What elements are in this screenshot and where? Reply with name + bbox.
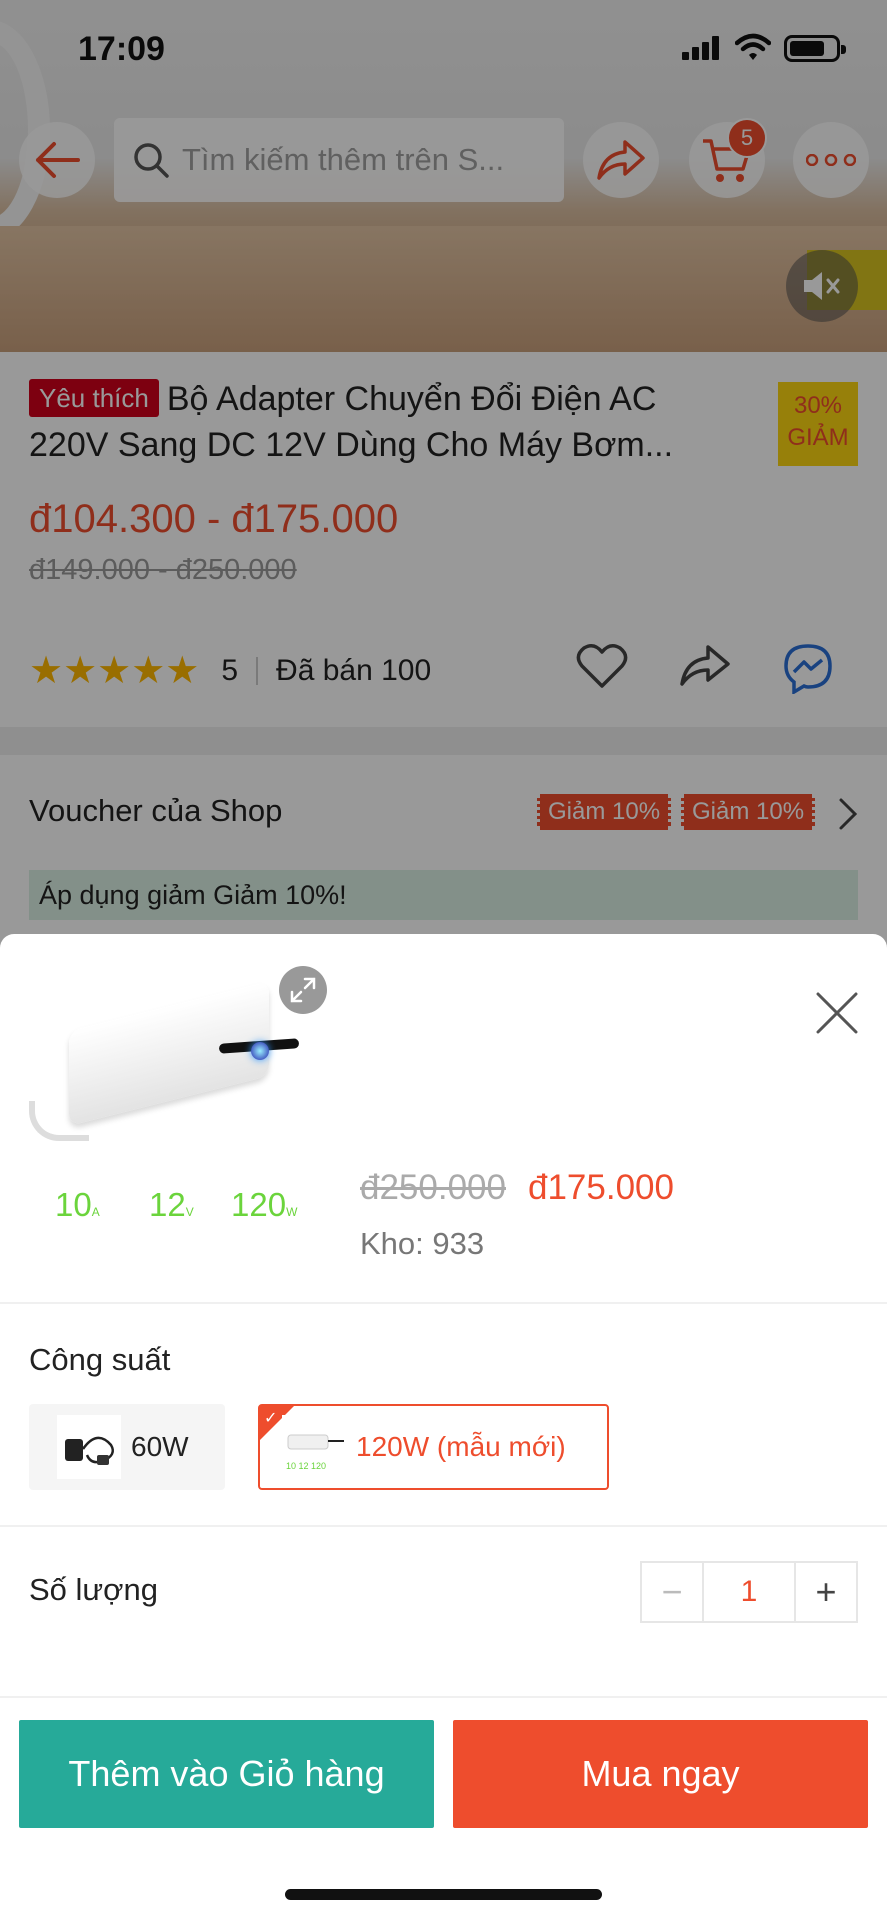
adapter-thumbnail-icon: 10 12 120 (286, 1434, 344, 1471)
decrease-button[interactable]: − (642, 1563, 702, 1621)
option-label: Công suất (29, 1342, 171, 1377)
image-adapter (69, 981, 269, 1126)
variant-old-price: đ250.000 (360, 1168, 506, 1207)
adapter-thumbnail-icon (65, 1436, 114, 1465)
quantity-label: Số lượng (29, 1572, 158, 1607)
divider (0, 1525, 887, 1527)
stock-count: Kho: 933 (360, 1226, 485, 1261)
quantity-stepper: − 1 + (640, 1561, 858, 1623)
close-icon[interactable] (815, 991, 859, 1035)
image-spec: 12V (149, 1186, 194, 1224)
quantity-value[interactable]: 1 (702, 1563, 796, 1621)
image-spec-value: 12 (149, 1186, 186, 1223)
buy-now-button[interactable]: Mua ngay (453, 1720, 868, 1828)
image-led (251, 1042, 269, 1060)
option-thumbnail (57, 1415, 121, 1479)
image-spec-unit: A (91, 1205, 100, 1219)
image-spec-value: 120 (231, 1186, 287, 1223)
option-thumbnail: 10 12 120 (282, 1415, 346, 1479)
variant-image[interactable] (29, 981, 329, 1176)
increase-button[interactable]: + (796, 1563, 856, 1621)
option-label-120w: 120W (mẫu mới) (356, 1431, 566, 1462)
image-spec-unit: W (286, 1205, 298, 1219)
image-spec-value: 10 (55, 1186, 92, 1223)
option-120w[interactable]: ✓ 10 12 120 120W (mẫu mới) (258, 1404, 609, 1490)
expand-image-button[interactable] (279, 966, 327, 1014)
variant-bottom-sheet: 10A 12V 120W đ250.000 đ175.000 Kho: 933 … (0, 934, 887, 1920)
check-icon: ✓ (264, 1410, 278, 1427)
home-indicator (285, 1889, 602, 1900)
add-to-cart-button[interactable]: Thêm vào Giỏ hàng (19, 1720, 434, 1828)
option-60w[interactable]: 60W (29, 1404, 225, 1490)
expand-icon (290, 977, 316, 1003)
divider (0, 1302, 887, 1304)
svg-text:10 12 120: 10 12 120 (286, 1461, 326, 1471)
option-label-60w: 60W (131, 1431, 189, 1462)
divider (0, 1696, 887, 1698)
variant-price: đ175.000 (528, 1168, 674, 1207)
image-spec: 10A (55, 1186, 100, 1224)
image-spec: 120W (231, 1186, 297, 1224)
image-spec-unit: V (185, 1205, 194, 1219)
